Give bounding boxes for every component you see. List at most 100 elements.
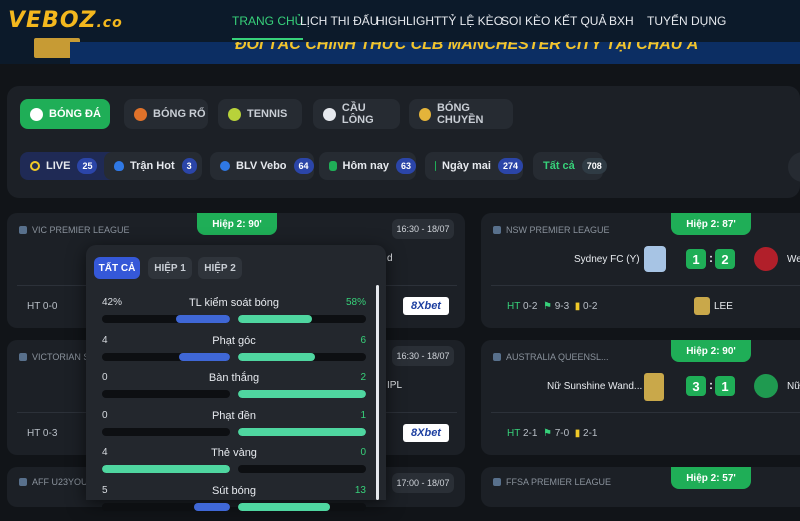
top-navigation: VEBOZ.co TRANG CHỦ LỊCH THI ĐẤU HIGHLIGH… bbox=[0, 0, 800, 42]
filter-count: 63 bbox=[395, 158, 416, 174]
nav-item-careers[interactable]: TUYỂN DỤNG bbox=[647, 14, 726, 28]
home-team-name: Sydney FC (Y) bbox=[574, 254, 640, 265]
filter-all[interactable]: Tất cả 708 bbox=[533, 152, 607, 180]
stat-label: Sút bóng bbox=[211, 484, 257, 497]
sport-label: BÓNG CHUYỀN bbox=[436, 102, 484, 126]
league-name: FFSA PREMIER LEAGUE bbox=[493, 477, 611, 487]
tab-all[interactable]: TẤT CẢ bbox=[94, 257, 140, 279]
stat-label: Phạt góc bbox=[212, 334, 256, 347]
stat-away-bar-track bbox=[238, 315, 366, 323]
corner-count: 9-3 bbox=[554, 301, 570, 312]
filter-commentator[interactable]: BLV Vebo 64 bbox=[210, 152, 314, 180]
corner-count: 7-0 bbox=[554, 428, 570, 439]
away-team-crest bbox=[754, 247, 778, 271]
sport-tab-volleyball[interactable]: BÓNG CHUYỀN bbox=[409, 99, 513, 129]
filter-label: BLV Vebo bbox=[236, 160, 287, 172]
away-team-name: Nữ bbox=[787, 381, 800, 392]
home-team-crest bbox=[644, 373, 664, 401]
stat-away-value: 1 bbox=[360, 409, 366, 421]
home-score: 3 bbox=[686, 376, 706, 396]
nav-item-schedule[interactable]: LỊCH THI ĐẤU bbox=[300, 14, 378, 28]
stat-row: 42% TL kiểm soát bóng 58% bbox=[102, 297, 366, 333]
stat-away-bar-track bbox=[238, 502, 366, 511]
microphone-icon bbox=[220, 161, 230, 171]
sport-tab-basketball[interactable]: BÓNG RỔ bbox=[124, 99, 208, 129]
away-score: 2 bbox=[715, 249, 735, 269]
match-period-badge: Hiệp 2: 57' bbox=[671, 467, 751, 489]
league-name: AUSTRALIA QUEENSL... bbox=[493, 352, 609, 362]
stat-away-bar bbox=[238, 390, 366, 398]
league-name: VIC PREMIER LEAGUE bbox=[19, 225, 130, 235]
away-team-name: d bbox=[387, 253, 393, 264]
tab-second-half[interactable]: HIỆP 2 bbox=[198, 257, 242, 279]
stat-label: Phạt đền bbox=[211, 409, 257, 422]
partner-banner[interactable]: ĐỐI TÁC CHÍNH THỨC CLB MANCHESTER CITY T… bbox=[70, 42, 800, 64]
sport-tab-tennis[interactable]: TENNIS bbox=[218, 99, 302, 129]
stat-home-bar bbox=[178, 352, 230, 361]
filter-label: Ngày mai bbox=[442, 160, 491, 172]
stat-home-bar-track bbox=[102, 352, 230, 361]
nav-item-standings[interactable]: BXH bbox=[609, 14, 634, 28]
bookmaker-button[interactable]: 8Xbet bbox=[403, 424, 449, 442]
match-time: 16:30 - 18/07 bbox=[392, 219, 454, 239]
popup-scrollbar[interactable] bbox=[376, 285, 379, 500]
nav-item-highlight[interactable]: HIGHLIGHT bbox=[376, 14, 441, 28]
stat-away-bar bbox=[238, 427, 366, 436]
sport-tab-badminton[interactable]: CẦU LÔNG bbox=[313, 99, 400, 129]
filter-today[interactable]: Hôm nay 63 bbox=[319, 152, 416, 180]
home-score: 1 bbox=[686, 249, 706, 269]
nav-item-results[interactable]: KẾT QUẢ bbox=[554, 14, 606, 28]
stat-away-bar-track bbox=[238, 427, 366, 436]
filter-count: 64 bbox=[293, 158, 314, 174]
match-card[interactable]: AUSTRALIA QUEENSL... Hiệp 2: 90' Nữ Suns… bbox=[481, 340, 800, 455]
filter-tomorrow[interactable]: Ngày mai 274 bbox=[425, 152, 523, 180]
stat-label: Thẻ vàng bbox=[211, 447, 257, 459]
stat-row: 0 Phạt đền 1 bbox=[102, 410, 366, 446]
stat-home-bar-track bbox=[102, 502, 230, 511]
stat-label: TL kiểm soát bóng bbox=[188, 297, 280, 309]
bookmaker-logo bbox=[694, 297, 710, 315]
bookmaker-button[interactable]: 8Xbet bbox=[403, 297, 449, 315]
away-score: 1 bbox=[715, 376, 735, 396]
halftime-score: 0-2 bbox=[522, 301, 538, 312]
filter-count: 708 bbox=[581, 158, 607, 174]
stat-away-value: 2 bbox=[360, 372, 366, 383]
score-separator: : bbox=[709, 378, 713, 392]
sport-tab-football[interactable]: BÓNG ĐÁ bbox=[20, 99, 110, 129]
filter-hot[interactable]: Trận Hot 3 bbox=[104, 152, 202, 180]
site-logo[interactable]: VEBOZ.co bbox=[8, 8, 123, 33]
nav-item-home[interactable]: TRANG CHỦ bbox=[232, 14, 304, 40]
match-card[interactable]: NSW PREMIER LEAGUE Hiệp 2: 87' Sydney FC… bbox=[481, 213, 800, 328]
calendar-icon bbox=[329, 161, 337, 171]
stat-label: Bàn thắng bbox=[208, 372, 260, 384]
stat-away-bar-track bbox=[238, 465, 366, 473]
filter-count: 25 bbox=[77, 158, 98, 174]
tennis-ball-icon bbox=[228, 107, 241, 121]
card-divider bbox=[491, 412, 800, 413]
sport-label: BÓNG ĐÁ bbox=[49, 108, 101, 120]
sport-label: TENNIS bbox=[247, 108, 288, 120]
stat-away-value: 13 bbox=[354, 484, 366, 496]
stat-home-bar bbox=[102, 465, 230, 473]
nav-item-tips[interactable]: SOI KÈO bbox=[501, 14, 550, 28]
stat-away-bar bbox=[238, 315, 313, 323]
stat-row: 5 Sút bóng 13 bbox=[102, 485, 366, 521]
stat-away-bar bbox=[238, 502, 331, 511]
volleyball-icon bbox=[419, 107, 431, 121]
match-period-badge: Hiệp 2: 90' bbox=[197, 213, 277, 235]
match-stats-popup[interactable]: TẤT CẢ HIỆP 1 HIỆP 2 42% TL kiểm soát bón… bbox=[86, 245, 386, 511]
home-team-name: Nữ Sunshine Wand... bbox=[547, 381, 643, 392]
nav-item-odds[interactable]: TỶ LỆ KÈO bbox=[441, 14, 503, 28]
logo-suffix: .co bbox=[96, 15, 123, 31]
stat-away-bar bbox=[238, 352, 315, 361]
match-card[interactable]: FFSA PREMIER LEAGUE Hiệp 2: 57' bbox=[481, 467, 800, 507]
filter-count: 3 bbox=[181, 158, 197, 174]
away-team-crest bbox=[754, 374, 778, 398]
home-team-crest bbox=[644, 246, 666, 272]
stat-away-value: 0 bbox=[360, 447, 366, 458]
stat-home-bar-track bbox=[102, 390, 230, 398]
stat-home-bar-track bbox=[102, 427, 230, 436]
sport-label: BÓNG RỔ bbox=[153, 108, 206, 120]
tab-first-half[interactable]: HIỆP 1 bbox=[148, 257, 192, 279]
halftime-score: 2-1 bbox=[522, 428, 538, 439]
